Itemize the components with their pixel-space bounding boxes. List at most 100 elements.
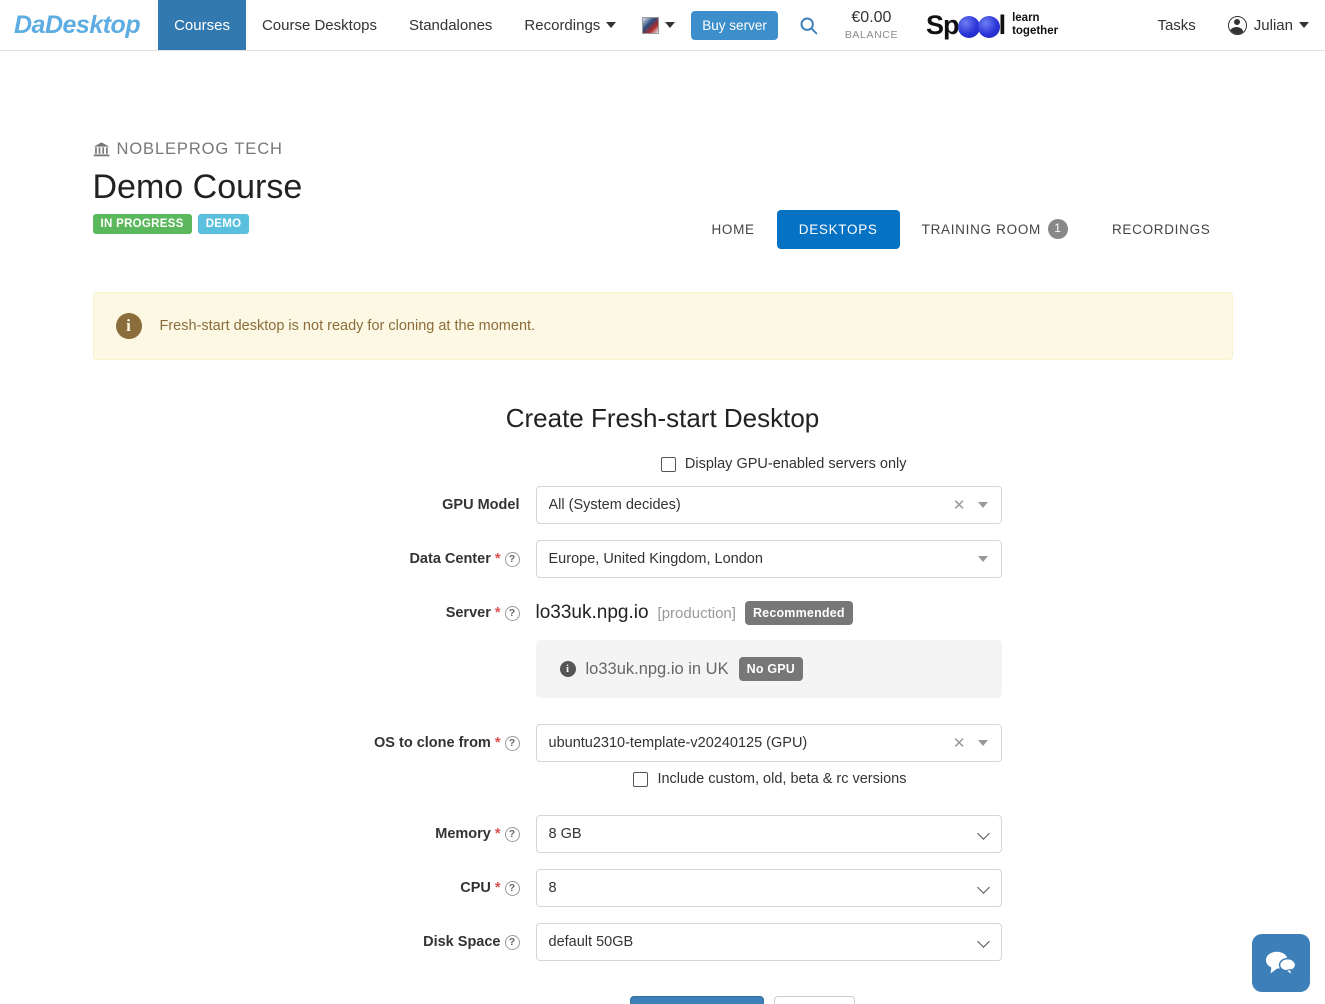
include-versions-checkbox-label: Include custom, old, beta & rc versions — [657, 771, 907, 787]
help-icon[interactable]: ? — [504, 880, 520, 896]
data-center-select[interactable]: Europe, United Kingdom, London — [535, 540, 1002, 578]
help-icon[interactable]: ? — [504, 605, 520, 621]
buy-server-button[interactable]: Buy server — [691, 10, 778, 40]
language-switcher[interactable] — [632, 0, 685, 50]
page-title: Demo Course — [92, 168, 303, 206]
nav-item-course-desktops[interactable]: Course Desktops — [246, 0, 393, 50]
nav-item-standalones[interactable]: Standalones — [393, 0, 508, 50]
gpu-model-label-col: GPU Model — [93, 497, 536, 513]
chat-bubble-icon — [1265, 951, 1297, 977]
tab-home[interactable]: HOME — [689, 210, 776, 249]
data-center-value: Europe, United Kingdom, London — [548, 551, 763, 567]
page-container: NOBLEPROG TECH Demo Course IN PROGRESS D… — [92, 51, 1233, 1004]
tab-training-room-label: TRAINING ROOM — [921, 221, 1041, 237]
nav-item-tasks-label: Tasks — [1157, 16, 1196, 34]
course-badges: IN PROGRESS DEMO — [92, 214, 303, 235]
gpu-only-checkbox-label: Display GPU-enabled servers only — [684, 456, 907, 472]
user-menu[interactable]: Julian — [1212, 0, 1325, 50]
required-marker: * — [494, 880, 501, 896]
gpu-model-label: GPU Model — [442, 497, 520, 513]
nav-item-recordings-label: Recordings — [524, 16, 601, 34]
chevron-down-icon — [1299, 22, 1309, 28]
flag-icon — [642, 16, 660, 34]
gpu-only-checkbox[interactable] — [660, 456, 676, 472]
spool-tagline-line2: together — [1012, 25, 1059, 37]
recommended-badge: Recommended — [744, 601, 853, 625]
cpu-label-col: CPU * ? — [93, 880, 536, 896]
nav-item-courses[interactable]: Courses — [158, 0, 246, 50]
data-center-label-col: Data Center * ? — [93, 551, 536, 567]
cpu-row: CPU * ? 8 — [93, 869, 1233, 907]
status-badge-demo: DEMO — [197, 214, 250, 235]
info-icon: i — [115, 313, 142, 339]
form-title: Create Fresh-start Desktop — [505, 403, 820, 433]
top-navbar: DaDesktop Courses Course Desktops Standa… — [0, 0, 1325, 51]
gpu-model-select[interactable]: All (System decides) ✕ — [535, 486, 1002, 524]
tab-recordings[interactable]: RECORDINGS — [1090, 210, 1233, 249]
required-marker: * — [494, 551, 501, 567]
memory-select[interactable]: 8 GB — [535, 815, 1002, 853]
server-summary: lo33uk.npg.io [production] Recommended — [536, 594, 1002, 632]
brand-logo[interactable]: DaDesktop — [0, 0, 158, 50]
brand-logo-text: DaDesktop — [14, 10, 141, 39]
status-badge-in-progress: IN PROGRESS — [92, 214, 192, 235]
tab-home-label: HOME — [711, 221, 755, 237]
form-actions: Create desktop Cancel — [93, 996, 1233, 1004]
clear-icon[interactable]: ✕ — [944, 496, 975, 514]
server-row: Server * ? lo33uk.npg.io [production] Rec… — [93, 594, 1233, 698]
required-marker: * — [494, 605, 501, 621]
memory-row: Memory * ? 8 GB — [93, 815, 1233, 853]
training-room-count-badge: 1 — [1047, 219, 1068, 239]
required-marker: * — [494, 826, 501, 842]
chevron-down-icon — [977, 556, 988, 562]
spool-circle-icon — [977, 16, 1000, 38]
tab-recordings-label: RECORDINGS — [1111, 221, 1211, 237]
data-center-label: Data Center — [409, 551, 491, 567]
course-header: Demo Course IN PROGRESS DEMO HOME DESKTO… — [92, 168, 1233, 251]
spool-text-left: Sp — [926, 9, 960, 40]
clear-icon[interactable]: ✕ — [944, 734, 975, 752]
server-label-col: Server * ? — [93, 594, 536, 632]
tab-desktops[interactable]: DESKTOPS — [776, 209, 900, 249]
help-icon[interactable]: ? — [504, 934, 520, 950]
gpu-only-checkbox-row[interactable]: Display GPU-enabled servers only — [93, 456, 1233, 472]
cpu-label: CPU — [460, 880, 491, 896]
institution-icon — [93, 141, 110, 158]
breadcrumb[interactable]: NOBLEPROG TECH — [93, 140, 1233, 159]
cpu-select[interactable]: 8 — [535, 869, 1002, 907]
include-versions-checkbox-row[interactable]: Include custom, old, beta & rc versions — [93, 771, 1233, 787]
cancel-button[interactable]: Cancel — [773, 996, 855, 1004]
nav-item-recordings[interactable]: Recordings — [508, 0, 632, 50]
course-tabs: HOME DESKTOPS TRAINING ROOM 1 RECORDINGS — [689, 169, 1232, 251]
search-icon — [800, 17, 818, 34]
breadcrumb-label: NOBLEPROG TECH — [116, 140, 283, 158]
search-button[interactable] — [784, 0, 833, 50]
balance-display[interactable]: €0.00 BALANCE — [833, 0, 910, 50]
warning-alert: i Fresh-start desktop is not ready for c… — [92, 292, 1233, 360]
info-icon: i — [559, 661, 576, 677]
os-clone-select[interactable]: ubuntu2310-template-v20240125 (GPU) ✕ — [535, 724, 1002, 762]
nav-item-tasks[interactable]: Tasks — [1141, 0, 1211, 50]
balance-amount: €0.00 — [851, 8, 892, 26]
user-menu-label: Julian — [1253, 16, 1293, 34]
server-info-text: lo33uk.npg.io in UK — [585, 659, 729, 678]
balance-label: BALANCE — [844, 29, 899, 42]
help-icon[interactable]: ? — [504, 735, 520, 751]
os-clone-row: OS to clone from * ? ubuntu2310-template-… — [93, 724, 1233, 762]
memory-label-col: Memory * ? — [93, 826, 536, 842]
disk-space-label: Disk Space — [423, 934, 501, 950]
include-versions-checkbox[interactable] — [633, 771, 649, 787]
partner-logo-spool[interactable]: Sp l learn together — [910, 0, 1074, 50]
chat-widget-button[interactable] — [1252, 934, 1310, 992]
spool-circle-icon — [957, 16, 980, 38]
tab-training-room[interactable]: TRAINING ROOM 1 — [900, 207, 1090, 251]
help-icon[interactable]: ? — [504, 551, 520, 567]
help-icon[interactable]: ? — [504, 826, 520, 842]
nav-item-course-desktops-label: Course Desktops — [261, 16, 378, 34]
server-environment: [production] — [657, 604, 736, 622]
os-clone-label-col: OS to clone from * ? — [93, 735, 536, 751]
disk-space-select[interactable]: default 50GB — [535, 923, 1002, 961]
create-desktop-button[interactable]: Create desktop — [629, 996, 764, 1004]
server-info-box: i lo33uk.npg.io in UK No GPU — [535, 640, 1002, 698]
spool-tagline-line1: learn — [1012, 11, 1040, 24]
